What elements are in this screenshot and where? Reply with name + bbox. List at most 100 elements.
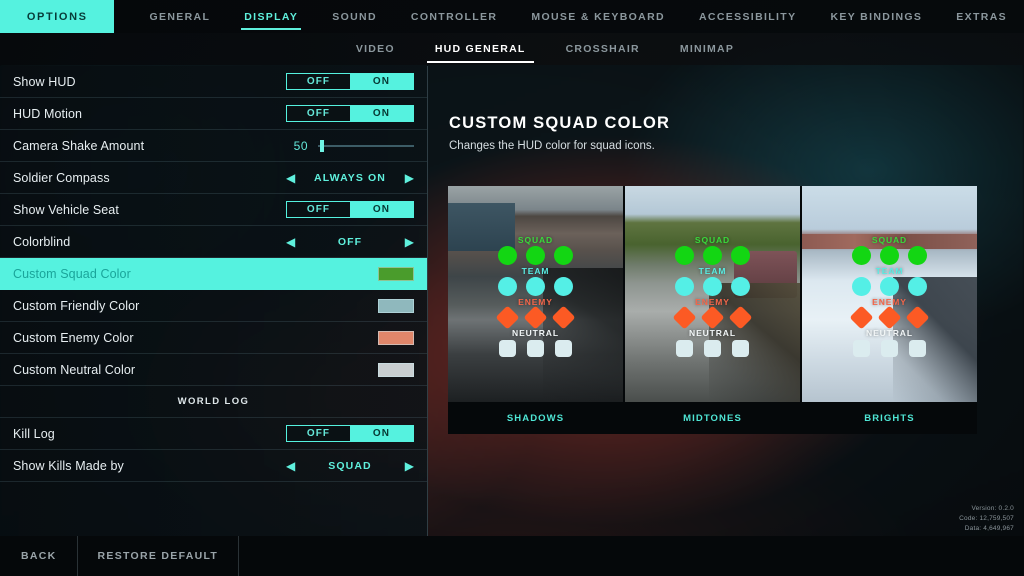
nav-tab-accessibility[interactable]: ACCESSIBILITY [682,0,813,33]
toggle-show-vehicle-seat[interactable]: OFF ON [286,201,414,218]
squad-circle-icon [526,245,545,265]
toggle-kill-log[interactable]: OFF ON [286,425,414,442]
color-swatch-custom-neutral-color[interactable] [378,362,414,377]
data-line: Data: 4,649,967 [964,524,1014,532]
subnav-tab-label: HUD GENERAL [434,43,526,55]
top-navigation-bar: OPTIONS GENERAL DISPLAY SOUND CONTROLLER MOU… [0,0,1024,33]
preview-midtones: SQUAD TEAM ENEMY NEUTRAL MIDTONES [625,186,800,434]
color-swatch-custom-enemy-color[interactable] [378,330,414,345]
toggle-on-option[interactable]: ON [350,426,413,441]
subnav-tab-label: CROSSHAIR [565,43,640,55]
button-label: BACK [21,550,57,562]
settings-row-label: Colorblind [13,234,71,249]
subnav-tab-label: MINIMAP [679,43,735,55]
icon-row [852,276,927,296]
back-button[interactable]: BACK [0,536,78,576]
enemy-diamond-icon [495,304,520,330]
settings-row-label: Custom Neutral Color [13,362,136,377]
neutral-square-icon [676,339,693,357]
toggle-off-option[interactable]: OFF [287,426,350,441]
nav-tab-label: EXTRAS [956,10,1007,23]
chevron-left-icon[interactable]: ◀ [286,236,295,248]
icon-group-enemy: ENEMY [849,297,930,330]
selector-soldier-compass[interactable]: ◀ ALWAYS ON ▶ [286,172,414,184]
toggle-on-option[interactable]: ON [350,106,413,121]
toggle-off-option[interactable]: OFF [287,202,350,217]
subnav-tab-video[interactable]: VIDEO [336,33,415,65]
chevron-right-icon[interactable]: ▶ [405,460,414,472]
chevron-left-icon[interactable]: ◀ [286,172,295,184]
icon-group-label: ENEMY [695,296,730,307]
icon-group-label: SQUAD [871,234,908,245]
slider-track[interactable] [318,139,414,152]
neutral-square-icon [853,339,870,357]
icon-group-label: NEUTRAL [512,327,559,338]
neutral-square-icon [909,339,926,357]
settings-row-show-kills-made-by[interactable]: Show Kills Made by ◀ SQUAD ▶ [0,450,427,482]
enemy-diamond-icon [905,304,930,330]
slider-knob[interactable] [320,139,324,152]
nav-tab-controller[interactable]: CONTROLLER [394,0,514,33]
settings-row-label: Custom Enemy Color [13,330,134,345]
toggle-on-option[interactable]: ON [350,74,413,89]
subnav-tab-minimap[interactable]: MINIMAP [660,33,754,65]
nav-tab-key-bindings[interactable]: KEY BINDINGS [813,0,939,33]
enemy-diamond-icon [700,304,725,330]
team-circle-icon [526,276,545,296]
chevron-left-icon[interactable]: ◀ [286,460,295,472]
toggle-off-option[interactable]: OFF [287,106,350,121]
chevron-right-icon[interactable]: ▶ [405,172,414,184]
team-circle-icon [498,276,517,296]
nav-tab-mouse-keyboard[interactable]: MOUSE & KEYBOARD [514,0,682,33]
selector-show-kills-made-by[interactable]: ◀ SQUAD ▶ [286,460,414,472]
toggle-show-hud[interactable]: OFF ON [286,73,414,90]
enemy-diamond-icon [877,304,902,330]
settings-row-kill-log[interactable]: Kill Log OFF ON [0,418,427,450]
detail-title: CUSTOM SQUAD COLOR [449,114,671,132]
subnav-tab-crosshair[interactable]: CROSSHAIR [546,33,660,65]
icon-row [498,276,573,296]
button-label: RESTORE DEFAULT [97,550,219,562]
color-swatch-custom-friendly-color[interactable] [378,298,414,313]
enemy-diamond-icon [551,304,576,330]
selector-colorblind[interactable]: ◀ OFF ▶ [286,236,414,248]
icon-group-squad: SQUAD [675,235,750,265]
restore-default-button[interactable]: RESTORE DEFAULT [78,536,240,576]
team-circle-icon [880,276,899,296]
settings-row-camera-shake-amount[interactable]: Camera Shake Amount 50 [0,130,427,162]
toggle-off-option[interactable]: OFF [287,74,350,89]
settings-row-custom-neutral-color[interactable]: Custom Neutral Color [0,354,427,386]
toggle-hud-motion[interactable]: OFF ON [286,105,414,122]
settings-row-custom-squad-color[interactable]: Custom Squad Color [0,258,427,290]
settings-row-custom-friendly-color[interactable]: Custom Friendly Color [0,290,427,322]
icon-group-team: TEAM [675,266,750,296]
settings-row-hud-motion[interactable]: HUD Motion OFF ON [0,98,427,130]
chevron-right-icon[interactable]: ▶ [405,236,414,248]
settings-row-show-hud[interactable]: Show HUD OFF ON [0,66,427,98]
nav-tab-extras[interactable]: EXTRAS [939,0,1024,33]
neutral-square-icon [527,339,544,357]
settings-list[interactable]: Show HUD OFF ON HUD Motion OFF ON Camera Shake… [0,66,428,536]
color-swatch-custom-squad-color[interactable] [378,266,414,281]
nav-tab-sound[interactable]: SOUND [315,0,394,33]
code-line: Code: 12,759,507 [959,514,1014,522]
icon-group-label: NEUTRAL [866,327,913,338]
slider-camera-shake-amount[interactable]: 50 [286,139,414,153]
settings-row-soldier-compass[interactable]: Soldier Compass ◀ ALWAYS ON ▶ [0,162,427,194]
toggle-on-option[interactable]: ON [350,202,413,217]
squad-circle-icon [852,245,871,265]
hud-icon-grid: SQUAD TEAM ENEMY NEUTRAL [625,186,800,402]
subnav-tab-hud-general[interactable]: HUD GENERAL [415,33,546,65]
nav-tab-general[interactable]: GENERAL [132,0,227,33]
options-tab[interactable]: OPTIONS [0,0,115,33]
settings-row-colorblind[interactable]: Colorblind ◀ OFF ▶ [0,226,427,258]
settings-row-label: Kill Log [13,426,55,441]
icon-row [498,245,573,265]
settings-row-custom-enemy-color[interactable]: Custom Enemy Color [0,322,427,354]
settings-row-show-vehicle-seat[interactable]: Show Vehicle Seat OFF ON [0,194,427,226]
preview-shadows: SQUAD TEAM ENEMY NEUTRAL SHADOWS [448,186,623,434]
icon-row [498,339,573,358]
nav-tab-display[interactable]: DISPLAY [227,0,315,33]
settings-row-label: Show HUD [13,74,76,89]
icon-group-label: NEUTRAL [689,327,736,338]
